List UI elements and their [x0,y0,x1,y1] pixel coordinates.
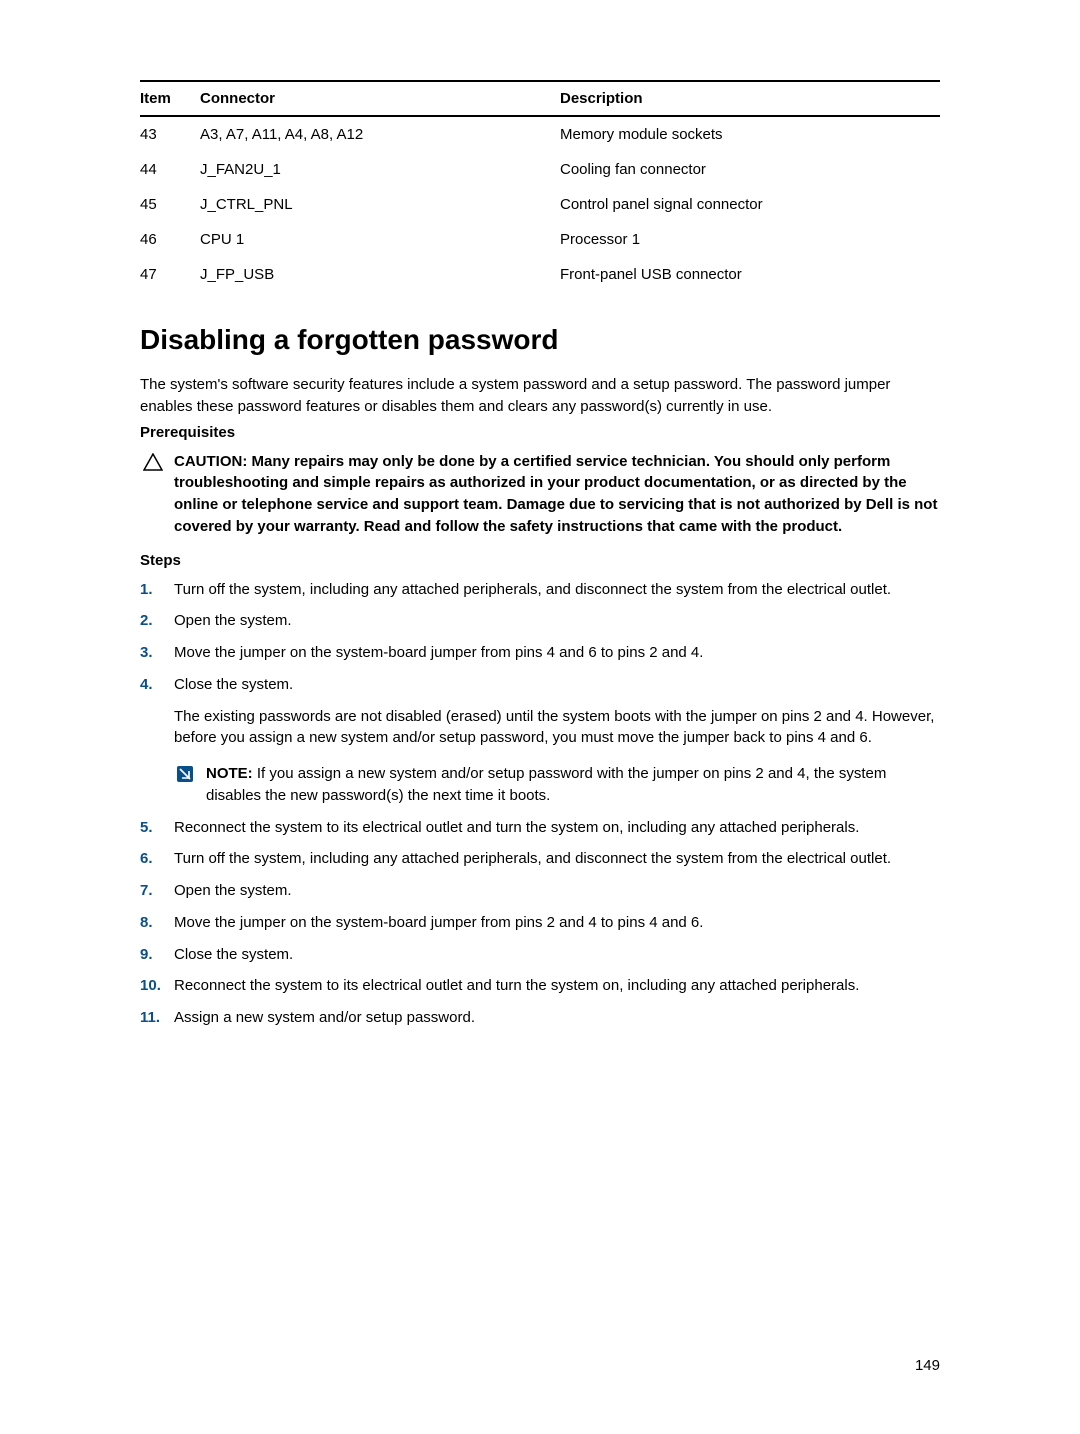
step-text: Turn off the system, including any attac… [174,850,891,867]
steps-list: Turn off the system, including any attac… [140,579,940,1029]
step-text: Turn off the system, including any attac… [174,581,891,598]
step-item: Open the system. [140,880,940,902]
step-item: Turn off the system, including any attac… [140,848,940,870]
step-text: Move the jumper on the system-board jump… [174,914,703,931]
step-item: Reconnect the system to its electrical o… [140,817,940,839]
cell-connector: J_CTRL_PNL [200,187,560,222]
page-number: 149 [915,1357,940,1374]
note-icon [174,763,196,807]
step-item: Open the system. [140,610,940,632]
cell-description: Cooling fan connector [560,152,940,187]
step-text: Open the system. [174,612,292,629]
steps-heading: Steps [140,552,940,569]
cell-description: Memory module sockets [560,116,940,152]
cell-description: Control panel signal connector [560,187,940,222]
table-row: 44 J_FAN2U_1 Cooling fan connector [140,152,940,187]
table-row: 45 J_CTRL_PNL Control panel signal conne… [140,187,940,222]
page-title: Disabling a forgotten password [140,324,940,356]
cell-connector: J_FP_USB [200,257,560,292]
cell-description: Processor 1 [560,222,940,257]
cell-item: 47 [140,257,200,292]
step-item: Reconnect the system to its electrical o… [140,975,940,997]
cell-connector: A3, A7, A11, A4, A8, A12 [200,116,560,152]
cell-item: 45 [140,187,200,222]
note-callout: NOTE: If you assign a new system and/or … [174,763,940,807]
caution-text: CAUTION: Many repairs may only be done b… [174,451,940,538]
caution-body: Many repairs may only be done by a certi… [174,453,937,535]
step-item: Close the system. [140,944,940,966]
step-text: Reconnect the system to its electrical o… [174,819,859,836]
cell-connector: J_FAN2U_1 [200,152,560,187]
step-text: Open the system. [174,882,292,899]
note-body: If you assign a new system and/or setup … [206,765,886,804]
table-row: 47 J_FP_USB Front-panel USB connector [140,257,940,292]
step-text: Move the jumper on the system-board jump… [174,644,703,661]
table-row: 46 CPU 1 Processor 1 [140,222,940,257]
cell-description: Front-panel USB connector [560,257,940,292]
step-item: Move the jumper on the system-board jump… [140,912,940,934]
note-text: NOTE: If you assign a new system and/or … [206,763,940,807]
step-item: Assign a new system and/or setup passwor… [140,1007,940,1029]
step-text: Reconnect the system to its electrical o… [174,977,859,994]
step-item: Move the jumper on the system-board jump… [140,642,940,664]
step-text: Assign a new system and/or setup passwor… [174,1009,475,1026]
connector-table: Item Connector Description 43 A3, A7, A1… [140,80,940,292]
step-paragraph: The existing passwords are not disabled … [174,706,940,750]
step-item: Turn off the system, including any attac… [140,579,940,601]
step-text: Close the system. [174,676,293,693]
cell-item: 46 [140,222,200,257]
step-item: Close the system. The existing passwords… [140,674,940,807]
caution-callout: CAUTION: Many repairs may only be done b… [140,451,940,538]
table-header-row: Item Connector Description [140,81,940,116]
caution-icon [142,451,164,538]
intro-paragraph: The system's software security features … [140,374,940,418]
cell-item: 43 [140,116,200,152]
table-row: 43 A3, A7, A11, A4, A8, A12 Memory modul… [140,116,940,152]
cell-item: 44 [140,152,200,187]
header-connector: Connector [200,81,560,116]
caution-label: CAUTION: [174,453,252,470]
header-description: Description [560,81,940,116]
step-text: Close the system. [174,946,293,963]
note-label: NOTE: [206,765,257,782]
prerequisites-heading: Prerequisites [140,424,940,441]
header-item: Item [140,81,200,116]
cell-connector: CPU 1 [200,222,560,257]
